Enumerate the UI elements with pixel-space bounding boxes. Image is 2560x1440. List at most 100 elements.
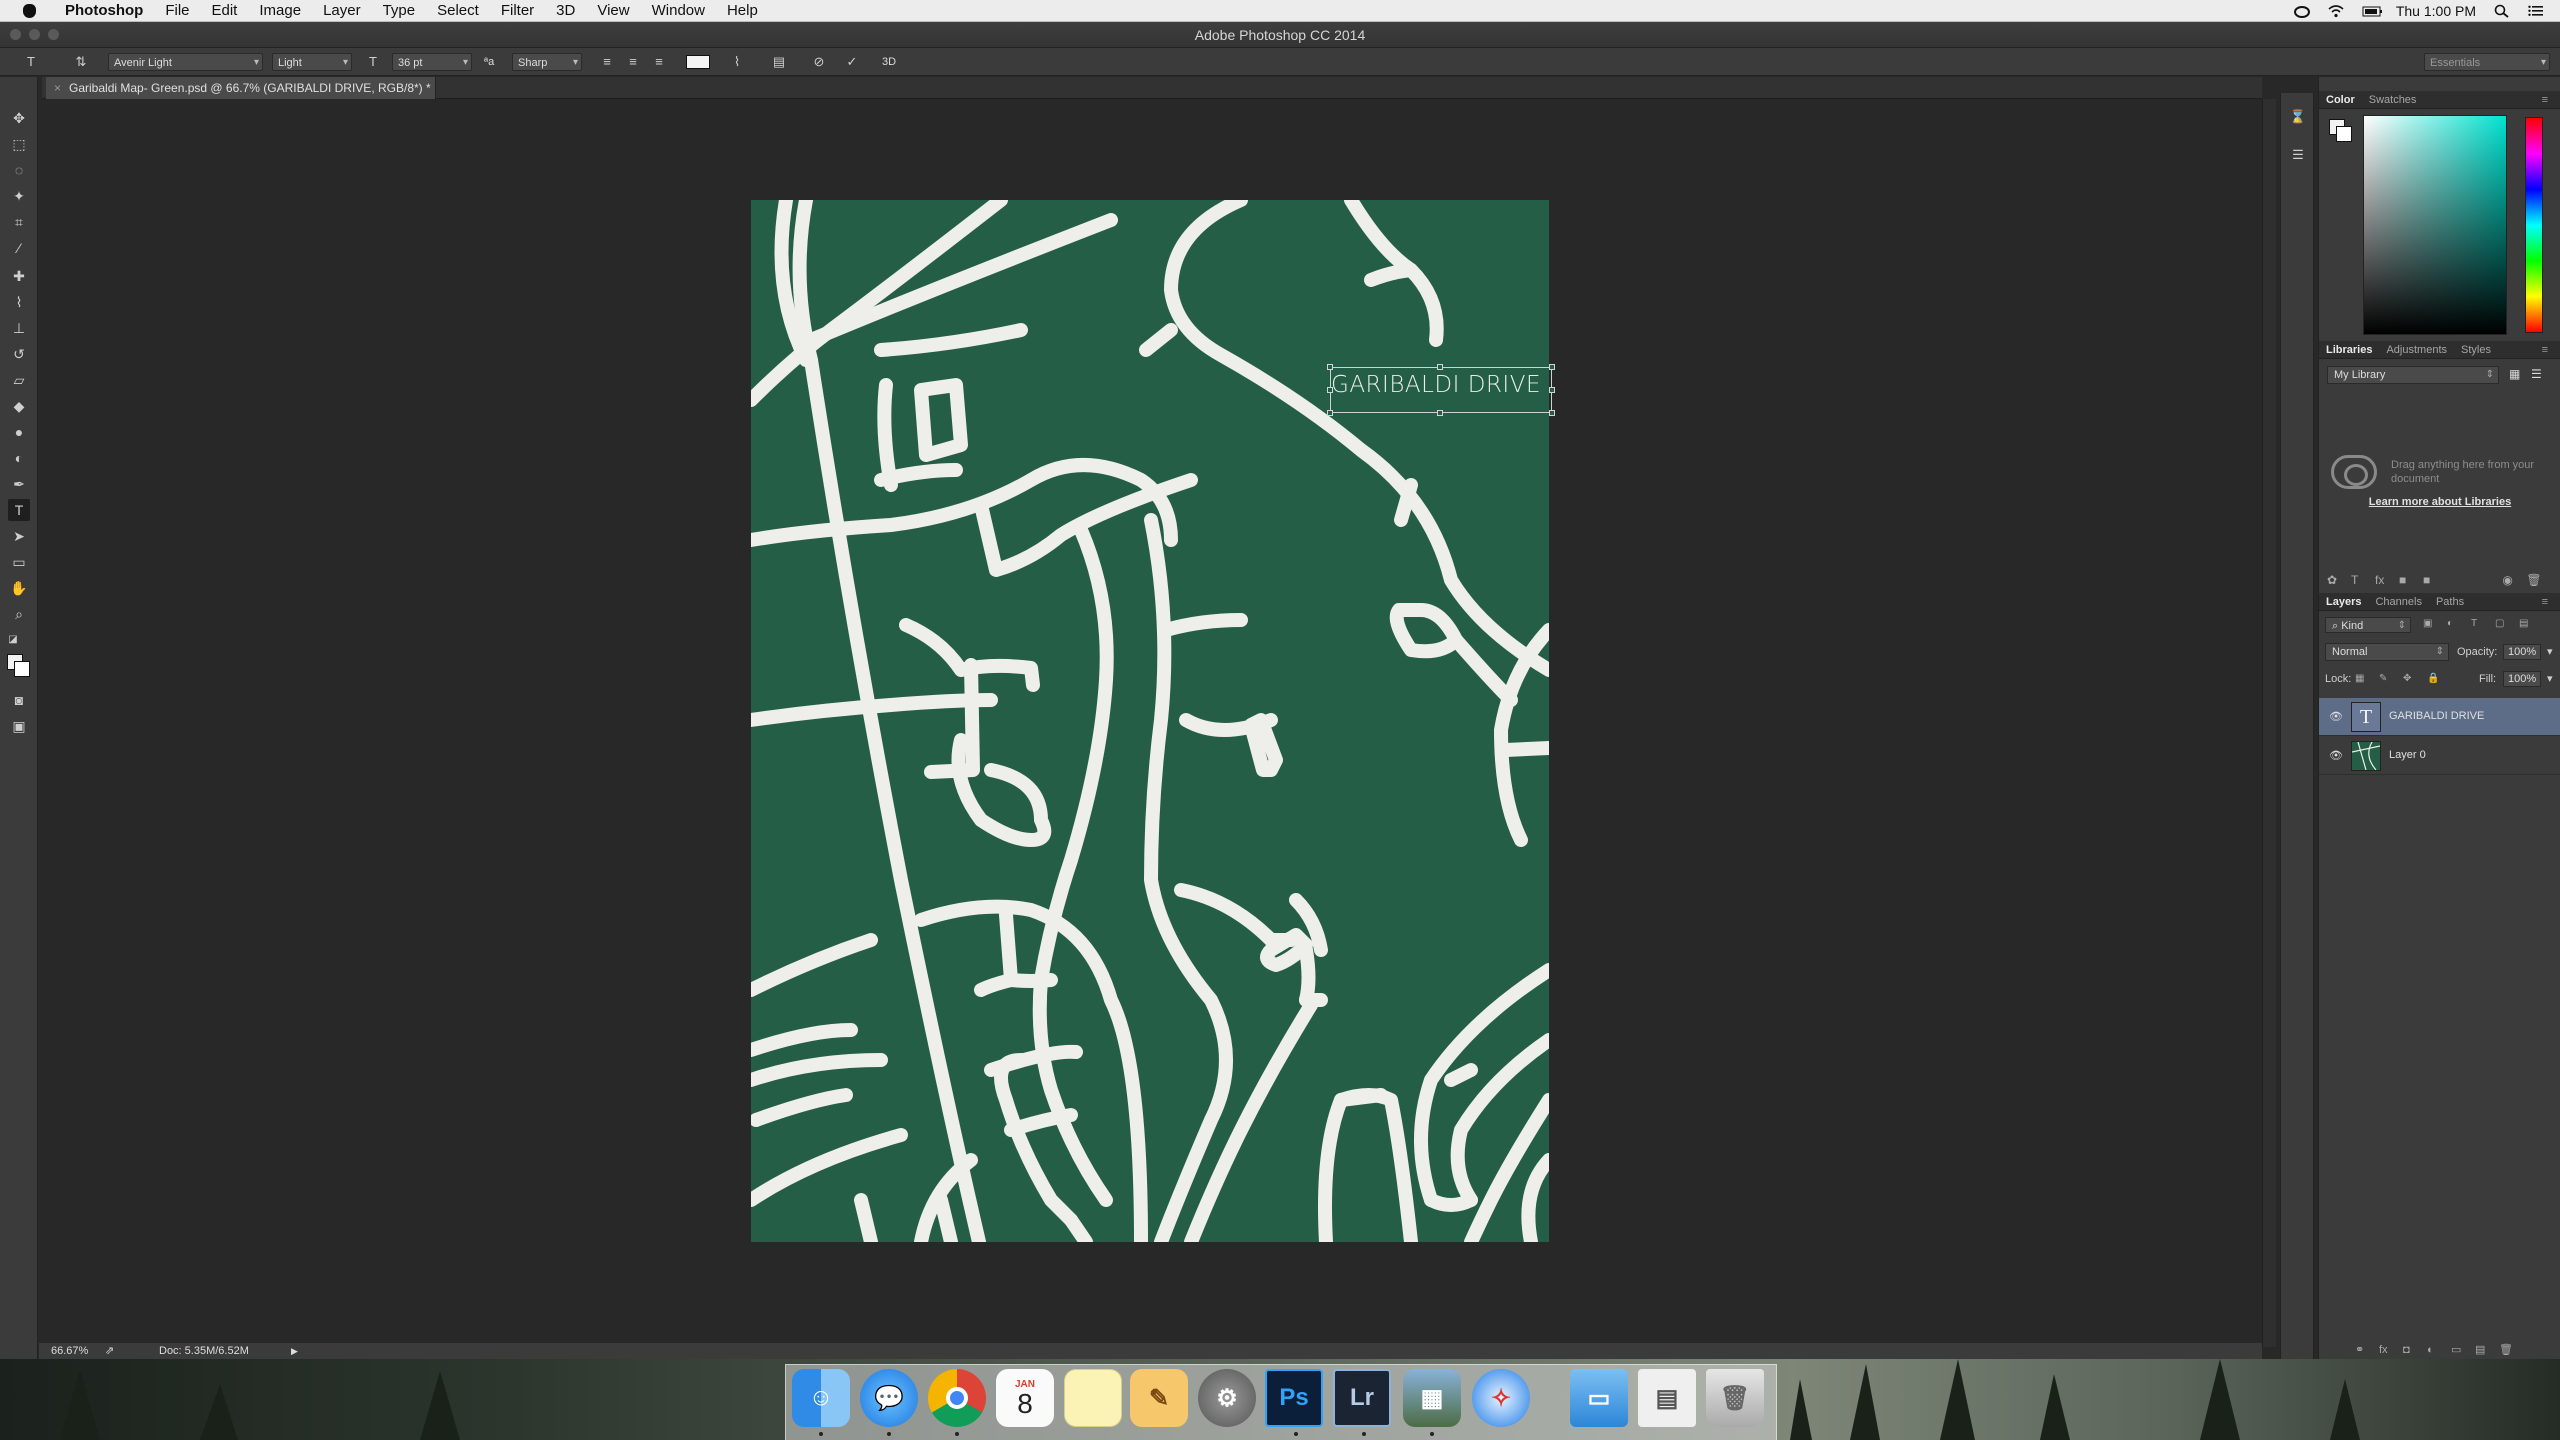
layer-name[interactable]: GARIBALDI DRIVE xyxy=(2389,710,2484,722)
screen-mode-icon[interactable]: ▣ xyxy=(8,715,30,737)
library-panel-menu-icon[interactable]: ≡ xyxy=(2535,341,2555,359)
fill-dropdown-icon[interactable]: ▾ xyxy=(2547,672,2553,685)
chrome-icon[interactable] xyxy=(928,1369,986,1427)
background-color-swatch[interactable] xyxy=(14,661,30,677)
tab-layers[interactable]: Layers xyxy=(2319,596,2368,608)
cancel-edits-icon[interactable]: ⊘ xyxy=(810,53,828,71)
filter-type-icon[interactable]: T xyxy=(2471,618,2495,629)
library-select[interactable]: My Library xyxy=(2327,366,2499,384)
menu-window[interactable]: Window xyxy=(641,0,716,22)
menu-edit[interactable]: Edit xyxy=(201,0,249,22)
menu-view[interactable]: View xyxy=(586,0,640,22)
transform-handle-bottom[interactable] xyxy=(1437,410,1443,416)
menu-file[interactable]: File xyxy=(154,0,200,22)
paint-bucket-tool-icon[interactable]: ◆ xyxy=(8,395,30,417)
library-trash-icon[interactable]: 🗑 xyxy=(2526,573,2550,587)
transform-handle-top[interactable] xyxy=(1437,364,1443,370)
creative-cloud-icon[interactable] xyxy=(2293,4,2310,18)
transform-handle-top-left[interactable] xyxy=(1327,364,1333,370)
tab-swatches[interactable]: Swatches xyxy=(2362,94,2424,106)
tab-close-icon[interactable]: × xyxy=(54,81,61,95)
calendar-icon[interactable]: JAN 8 xyxy=(996,1369,1054,1427)
safari-icon[interactable]: ✧ xyxy=(1472,1369,1530,1427)
messages-icon[interactable]: 💬 xyxy=(860,1369,918,1427)
add-graphic-icon[interactable]: ✿ xyxy=(2327,573,2351,587)
panel-background-swatch[interactable] xyxy=(2336,126,2352,142)
battery-icon[interactable] xyxy=(2362,4,2382,18)
antialias-select[interactable]: Sharp xyxy=(512,53,582,72)
history-panel-icon[interactable]: ⌛ xyxy=(2288,107,2308,127)
color-panel-menu-icon[interactable]: ≡ xyxy=(2535,91,2555,109)
transform-handle-bottom-left[interactable] xyxy=(1327,410,1333,416)
visibility-eye-icon[interactable]: 👁 xyxy=(2329,710,2343,723)
grid-view-icon[interactable]: ▦ xyxy=(2509,367,2520,381)
menu-image[interactable]: Image xyxy=(248,0,312,22)
menu-3d[interactable]: 3D xyxy=(545,0,586,22)
finder-icon[interactable]: ☺ xyxy=(792,1369,850,1427)
filter-adjustment-icon[interactable]: ◐ xyxy=(2447,618,2471,629)
text-color-swatch[interactable] xyxy=(686,55,710,69)
adjustment-layer-icon[interactable]: ◐ xyxy=(2427,1344,2451,1356)
menu-clock[interactable]: Thu 1:00 PM xyxy=(2396,3,2476,19)
layer-row-garibaldi-drive[interactable]: 👁 T GARIBALDI DRIVE xyxy=(2319,698,2560,736)
clone-stamp-tool-icon[interactable]: ⊥ xyxy=(8,317,30,339)
dodge-tool-icon[interactable]: ◐ xyxy=(8,447,30,469)
warp-text-icon[interactable]: ⌇ xyxy=(728,53,746,71)
healing-brush-tool-icon[interactable]: ✚ xyxy=(8,265,30,287)
lightroom-icon[interactable]: Lr xyxy=(1333,1369,1391,1427)
layers-panel-menu-icon[interactable]: ≡ xyxy=(2535,593,2555,611)
learn-more-libraries-link[interactable]: Learn more about Libraries xyxy=(2319,496,2560,508)
status-menu-arrow-icon[interactable]: ▶ xyxy=(291,1343,298,1359)
lock-image-icon[interactable]: ✎ xyxy=(2379,673,2403,684)
menu-select[interactable]: Select xyxy=(426,0,490,22)
menu-help[interactable]: Help xyxy=(716,0,769,22)
vertical-scrollbar[interactable] xyxy=(2262,99,2276,1347)
3d-extrusion-icon[interactable]: 3D xyxy=(882,53,896,71)
transform-handle-right[interactable] xyxy=(1549,387,1555,393)
type-tool-preset-icon[interactable]: T xyxy=(22,53,40,71)
transform-handle-left[interactable] xyxy=(1327,387,1333,393)
filter-smart-object-icon[interactable]: ▤ xyxy=(2519,618,2543,629)
list-view-icon[interactable]: ☰ xyxy=(2531,367,2542,381)
text-orientation-icon[interactable]: ⇅ xyxy=(72,53,90,71)
zoom-tool-icon[interactable]: ⌕ xyxy=(8,603,30,625)
commit-edits-icon[interactable]: ✓ xyxy=(843,53,861,71)
lock-position-icon[interactable]: ✥ xyxy=(2403,673,2427,684)
notes-icon[interactable] xyxy=(1064,1369,1122,1427)
add-bg-color-icon[interactable]: ■ xyxy=(2423,573,2447,587)
tab-paths[interactable]: Paths xyxy=(2429,596,2471,608)
lock-transparent-icon[interactable]: ▦ xyxy=(2355,673,2379,684)
tab-channels[interactable]: Channels xyxy=(2368,596,2428,608)
font-family-select[interactable]: Avenir Light xyxy=(108,53,263,72)
pages-icon[interactable]: ✎ xyxy=(1130,1369,1188,1427)
document-tab[interactable]: × Garibaldi Map- Green.psd @ 66.7% (GARIB… xyxy=(46,77,436,99)
hue-slider[interactable] xyxy=(2525,117,2543,333)
fill-input[interactable]: 100% xyxy=(2503,671,2541,687)
applications-folder-icon[interactable]: ▭ xyxy=(1570,1369,1628,1427)
menu-type[interactable]: Type xyxy=(372,0,427,22)
share-icon[interactable]: ⇗ xyxy=(105,1343,114,1359)
tab-adjustments[interactable]: Adjustments xyxy=(2379,344,2454,356)
eraser-tool-icon[interactable]: ▱ xyxy=(8,369,30,391)
lasso-tool-icon[interactable]: ◌ xyxy=(8,159,30,181)
color-picker-field[interactable] xyxy=(2363,115,2507,335)
text-bounding-box[interactable]: GARIBALDI DRIVE xyxy=(1327,364,1555,416)
document-canvas[interactable] xyxy=(751,200,1549,1242)
menu-app-name[interactable]: Photoshop xyxy=(54,0,154,22)
photoshop-icon[interactable]: Ps xyxy=(1265,1369,1323,1427)
add-layer-style-icon[interactable]: fx xyxy=(2375,573,2399,587)
trash-icon[interactable]: 🗑 xyxy=(1706,1369,1764,1427)
filter-pixel-icon[interactable]: ▣ xyxy=(2423,618,2447,629)
align-center-icon[interactable]: ≡ xyxy=(624,53,642,71)
documents-stack-icon[interactable]: ▤ xyxy=(1638,1369,1696,1427)
move-tool-icon[interactable]: ✥ xyxy=(8,107,30,129)
new-group-icon[interactable]: ▭ xyxy=(2451,1343,2475,1356)
notification-center-icon[interactable] xyxy=(2528,4,2544,18)
add-fg-color-icon[interactable]: ■ xyxy=(2399,573,2423,587)
rectangle-tool-icon[interactable]: ▭ xyxy=(8,551,30,573)
opacity-input[interactable]: 100% xyxy=(2503,644,2541,660)
crop-tool-icon[interactable]: ⌗ xyxy=(8,211,30,233)
visibility-eye-icon[interactable]: 👁 xyxy=(2329,749,2343,762)
default-colors-icon[interactable]: ◪ xyxy=(2,629,24,651)
pen-tool-icon[interactable]: ✒ xyxy=(8,473,30,495)
